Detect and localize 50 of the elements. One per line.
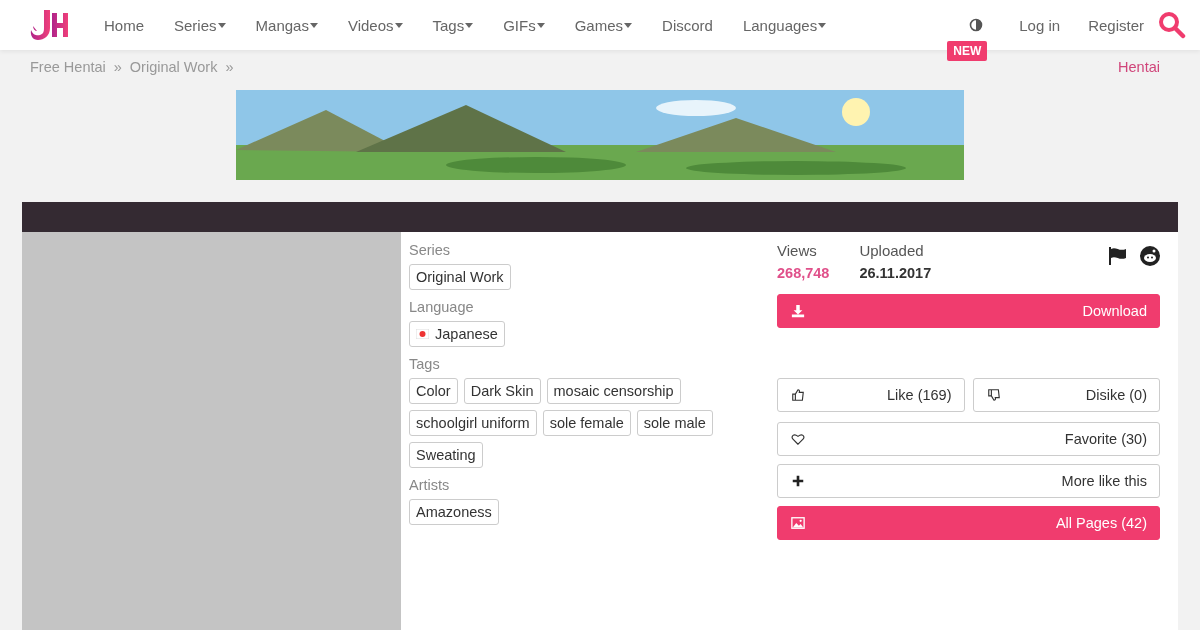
tag-chip[interactable]: Sweating <box>409 442 483 468</box>
category-link[interactable]: Hentai <box>1118 59 1160 75</box>
new-badge: NEW <box>947 41 988 61</box>
nav-link[interactable]: Tags <box>417 16 489 34</box>
nav-link[interactable]: Home <box>89 16 159 34</box>
section-label: Series <box>409 242 452 258</box>
thumbs-up-icon <box>791 388 805 402</box>
favorite-button[interactable]: Favorite (30) <box>777 422 1160 456</box>
download-icon <box>791 304 805 318</box>
breadcrumb-separator: » <box>113 59 122 75</box>
views-count: 268,748 <box>777 265 830 281</box>
all-pages-button[interactable]: All Pages (42) <box>777 506 1160 540</box>
breadcrumb-separator: » <box>225 59 234 75</box>
section-label: Artists <box>409 477 451 493</box>
views-label: Views <box>777 242 818 259</box>
tag-chip[interactable]: schoolgirl uniform <box>409 410 537 436</box>
nav-link[interactable]: Games <box>559 16 648 34</box>
thumbs-down-icon <box>986 388 1001 402</box>
tag-chip[interactable]: sole male <box>636 410 713 436</box>
section-label: Tags <box>409 356 441 372</box>
download-button[interactable]: Download <box>777 294 1160 328</box>
register-link[interactable]: Register <box>1074 16 1158 34</box>
nav-link[interactable]: Videos <box>332 16 418 34</box>
tag-chip[interactable]: sole female <box>542 410 631 436</box>
nav-link[interactable]: Languages <box>727 16 842 34</box>
nav-link[interactable]: GIFs <box>488 16 560 34</box>
dislike-button[interactable]: Disike (0) <box>972 378 1160 412</box>
upload-date: 26.11.2017 <box>859 265 932 281</box>
section-label: Language <box>409 299 475 315</box>
contrast-icon[interactable] <box>969 18 984 32</box>
tag-chip[interactable]: Dark Skin <box>463 378 541 404</box>
tag-chip[interactable]: Japanese <box>409 321 505 347</box>
tag-chip[interactable]: Original Work <box>409 264 511 290</box>
tag-chip[interactable]: Color <box>409 378 458 404</box>
nav-link[interactable]: Discord <box>647 16 728 34</box>
nav-link[interactable]: Mangas <box>240 16 333 34</box>
like-button[interactable]: Like (169) <box>777 378 965 412</box>
more-like-this-button[interactable]: More like this <box>777 464 1160 498</box>
nav-link[interactable]: Series <box>159 16 241 34</box>
heart-icon <box>791 432 805 446</box>
logo[interactable] <box>30 8 70 42</box>
plus-icon <box>791 474 805 488</box>
tag-chip[interactable]: mosaic censorship <box>546 378 681 404</box>
uploaded-label: Uploaded <box>859 242 925 259</box>
search-icon[interactable] <box>1158 11 1186 39</box>
image-icon <box>791 516 805 530</box>
login-link[interactable]: Log in <box>1005 16 1075 34</box>
flag-icon <box>416 329 429 339</box>
flag-icon[interactable] <box>1108 246 1128 266</box>
tag-chip[interactable]: Amazoness <box>409 499 499 525</box>
